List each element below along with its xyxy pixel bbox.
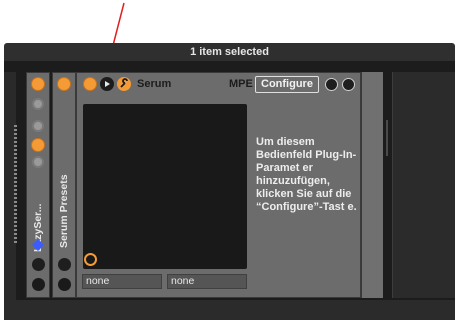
status-bar: 1 item selected [4, 43, 455, 61]
macro-map-icon[interactable] [32, 258, 45, 271]
knob-icon[interactable] [84, 253, 97, 266]
hot-swap-icon[interactable] [325, 78, 338, 91]
save-icon[interactable] [342, 78, 355, 91]
blue-diamond-icon [32, 239, 44, 251]
resize-handle[interactable] [386, 120, 388, 156]
device-title: Serum [137, 78, 172, 90]
param-field[interactable]: none [167, 274, 247, 289]
macro-icon[interactable] [32, 120, 44, 132]
device-power-icon[interactable] [83, 77, 97, 91]
macro-map-icon[interactable] [58, 258, 71, 271]
power-icon[interactable] [57, 77, 71, 91]
status-text: 1 item selected [190, 46, 269, 58]
wrench-icon[interactable] [117, 77, 131, 91]
info-text: Um diesem Bedienfeld Plug-In-Paramet er … [256, 136, 357, 213]
drag-handle-dots [14, 125, 17, 245]
play-icon[interactable] [100, 77, 114, 91]
hot-swap-icon[interactable] [32, 98, 44, 110]
save-icon[interactable] [32, 278, 45, 291]
mpe-label: MPE [229, 78, 253, 90]
rack-presets-label: Serum Presets [58, 174, 70, 248]
power-icon[interactable] [31, 77, 45, 91]
configure-button[interactable]: Configure [255, 76, 319, 93]
chain-icon[interactable] [31, 138, 45, 152]
empty-device-slot[interactable] [392, 72, 455, 298]
list-icon[interactable] [32, 156, 44, 168]
bottom-strip [4, 300, 455, 320]
save-icon[interactable] [58, 278, 71, 291]
device-rail [361, 72, 383, 298]
param-field[interactable]: none [82, 274, 162, 289]
parameter-panel[interactable] [83, 104, 247, 269]
divider [383, 72, 389, 298]
